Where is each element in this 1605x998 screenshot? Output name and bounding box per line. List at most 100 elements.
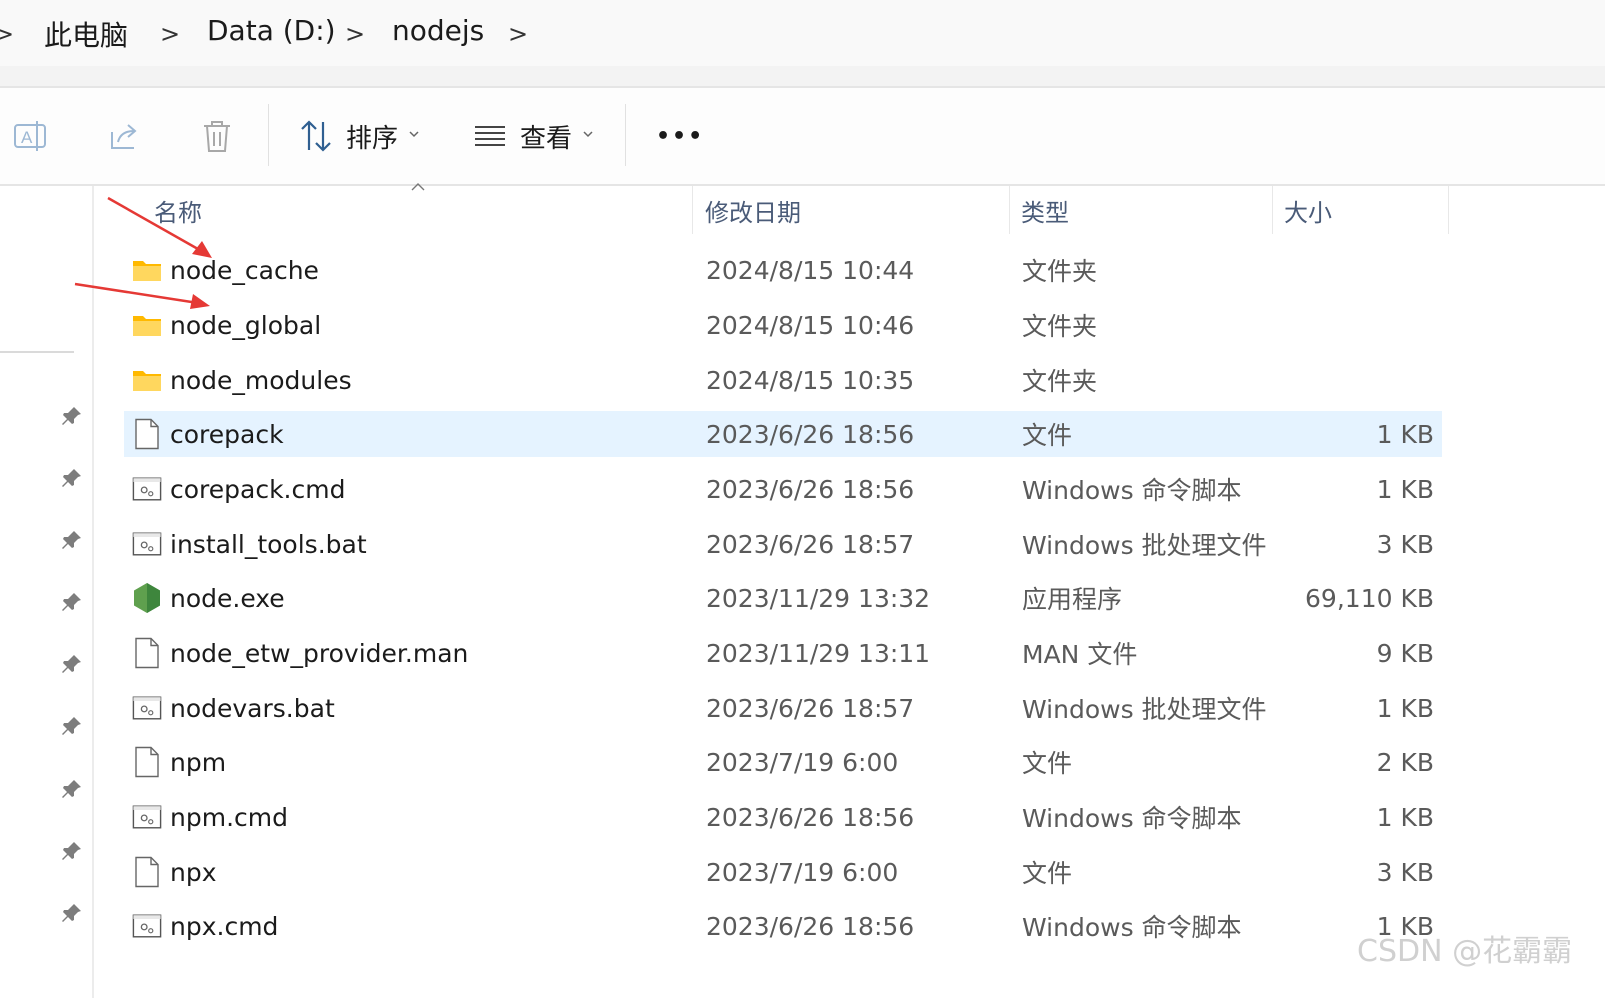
chevron-right-icon[interactable]: >: [508, 20, 528, 48]
file-date-modified: 2023/6/26 18:56: [706, 419, 915, 449]
toolbar-divider: [268, 104, 269, 166]
file-name: npm: [170, 747, 227, 777]
file-date-modified: 2023/11/29 13:32: [706, 583, 931, 613]
file-name: corepack.cmd: [170, 474, 346, 504]
file-date-modified: 2023/7/19 6:00: [706, 857, 899, 887]
file-size: 1 KB: [1376, 419, 1434, 449]
watermark: CSDN @花霸霸: [1357, 934, 1573, 969]
file-date-modified: 2023/7/19 6:00: [706, 747, 899, 777]
sort-label: 排序: [346, 123, 399, 154]
file-name: npm.cmd: [170, 802, 288, 832]
divider: [0, 351, 74, 353]
more-options-button[interactable]: •••: [656, 116, 704, 156]
file-date-modified: 2024/8/15 10:44: [706, 255, 915, 285]
pin-icon[interactable]: [60, 590, 84, 614]
file-date-modified: 2024/8/15 10:46: [706, 310, 915, 340]
column-header-type[interactable]: 类型: [1021, 186, 1069, 234]
share-icon[interactable]: [106, 118, 142, 154]
file-row[interactable]: corepack 2023/6/26 18:56 文件 1 KB: [124, 411, 1442, 457]
file-name: nodevars.bat: [170, 693, 335, 723]
file-date-modified: 2023/6/26 18:56: [706, 911, 915, 941]
column-resize-handle[interactable]: [1272, 186, 1273, 234]
pin-icon[interactable]: [60, 652, 84, 676]
file-row[interactable]: npx 2023/7/19 6:00 文件 3 KB: [124, 849, 1442, 895]
file-size: 2 KB: [1376, 747, 1434, 777]
svg-text:A: A: [21, 128, 33, 147]
column-header-size[interactable]: 大小: [1284, 186, 1332, 234]
delete-icon[interactable]: [199, 118, 235, 154]
view-list-icon: [475, 126, 505, 146]
script-icon: [132, 903, 162, 949]
toolbar-divider: [625, 104, 626, 166]
file-row[interactable]: npx.cmd 2023/6/26 18:56 Windows 命令脚本 1 KB: [124, 903, 1442, 949]
file-row[interactable]: node_global 2024/8/15 10:46 文件夹: [124, 302, 1442, 348]
node-exe-icon: [132, 575, 162, 621]
file-icon: [132, 630, 162, 676]
breadcrumb-item-nodejs[interactable]: nodejs: [392, 14, 484, 47]
file-row[interactable]: nodevars.bat 2023/6/26 18:57 Windows 批处理文件…: [124, 685, 1442, 731]
script-icon: [132, 466, 162, 512]
file-row[interactable]: node_etw_provider.man 2023/11/29 13:11 MAN…: [124, 630, 1442, 676]
file-row[interactable]: node.exe 2023/11/29 13:32 应用程序 69,110 KB: [124, 575, 1442, 621]
file-row[interactable]: node_modules 2024/8/15 10:35 文件夹: [124, 357, 1442, 403]
pin-icon[interactable]: [60, 528, 84, 552]
file-date-modified: 2023/6/26 18:56: [706, 802, 915, 832]
file-name: npx: [170, 857, 217, 887]
file-type: Windows 命令脚本: [1022, 804, 1242, 833]
file-type: Windows 批处理文件: [1022, 695, 1267, 724]
address-band: [0, 66, 1605, 86]
chevron-down-icon: [409, 131, 419, 138]
file-row[interactable]: corepack.cmd 2023/6/26 18:56 Windows 命令脚本 1…: [124, 466, 1442, 512]
chevron-right-icon[interactable]: >: [0, 20, 14, 48]
file-name: node_etw_provider.man: [170, 638, 469, 668]
file-date-modified: 2023/6/26 18:57: [706, 693, 915, 723]
file-name: install_tools.bat: [170, 529, 367, 559]
file-size: 1 KB: [1376, 802, 1434, 832]
file-name: corepack: [170, 419, 284, 449]
pin-icon[interactable]: [60, 901, 84, 925]
column-header-date-modified[interactable]: 修改日期: [705, 186, 801, 234]
view-label: 查看: [520, 123, 573, 154]
column-resize-handle[interactable]: [1448, 186, 1449, 234]
folder-icon: [132, 357, 162, 403]
pin-icon[interactable]: [60, 466, 84, 490]
file-date-modified: 2023/6/26 18:57: [706, 529, 915, 559]
file-type: 文件夹: [1022, 312, 1098, 341]
more-options-icon: •••: [656, 123, 705, 149]
file-row[interactable]: npm 2023/7/19 6:00 文件 2 KB: [124, 739, 1442, 785]
column-resize-handle[interactable]: [1009, 186, 1010, 234]
view-button[interactable]: 查看: [472, 116, 594, 156]
script-icon: [132, 521, 162, 567]
pin-icon[interactable]: [60, 839, 84, 863]
sort-button[interactable]: 排序: [298, 116, 420, 156]
annotation-arrow: [107, 196, 212, 258]
pin-icon[interactable]: [60, 404, 84, 428]
script-icon: [132, 685, 162, 731]
breadcrumb-item-this-pc[interactable]: 此电脑: [44, 14, 128, 54]
file-size: 9 KB: [1376, 638, 1434, 668]
breadcrumb: > 此电脑 > Data (D:) > nodejs >: [0, 0, 1605, 66]
file-icon: [132, 411, 162, 457]
file-name: node_modules: [170, 365, 352, 395]
pin-icon[interactable]: [60, 777, 84, 801]
file-size: 3 KB: [1376, 857, 1434, 887]
file-date-modified: 2023/6/26 18:56: [706, 474, 915, 504]
file-name: npx.cmd: [170, 911, 279, 941]
file-type: 文件: [1022, 859, 1073, 888]
file-icon: [132, 849, 162, 895]
file-row[interactable]: install_tools.bat 2023/6/26 18:57 Windows …: [124, 521, 1442, 567]
file-type: 文件: [1022, 421, 1073, 450]
chevron-right-icon[interactable]: >: [160, 20, 180, 48]
file-row[interactable]: node_cache 2024/8/15 10:44 文件夹: [124, 247, 1442, 293]
file-icon: [132, 739, 162, 785]
file-type: Windows 批处理文件: [1022, 531, 1267, 560]
pin-icon[interactable]: [60, 714, 84, 738]
breadcrumb-item-data-drive[interactable]: Data (D:): [207, 14, 336, 47]
column-resize-handle[interactable]: [692, 186, 693, 234]
file-type: Windows 命令脚本: [1022, 476, 1242, 505]
file-row[interactable]: npm.cmd 2023/6/26 18:56 Windows 命令脚本 1 KB: [124, 794, 1442, 840]
file-name: node.exe: [170, 583, 285, 613]
chevron-right-icon[interactable]: >: [345, 20, 365, 48]
rename-icon[interactable]: A: [12, 118, 48, 154]
chevron-down-icon: [583, 131, 593, 138]
